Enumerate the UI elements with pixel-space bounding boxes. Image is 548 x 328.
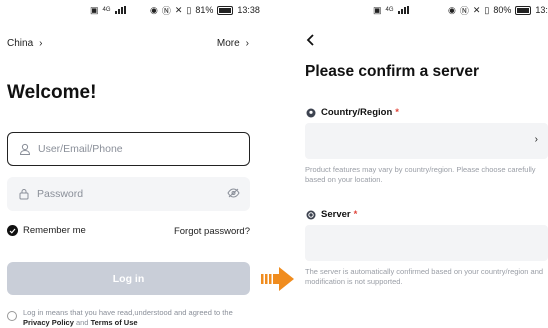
status-time: 13:40	[535, 5, 548, 15]
mute-icon: ✕	[174, 4, 183, 15]
server-note: The server is automatically confirmed ba…	[305, 267, 544, 286]
privacy-policy-link[interactable]: Privacy Policy	[23, 318, 74, 327]
agreement-text: Log in means that you have read,understo…	[23, 308, 233, 317]
page-title: Please confirm a server	[305, 63, 480, 80]
location-pin-icon	[306, 108, 316, 118]
page-title: Welcome!	[7, 82, 97, 103]
server-confirm-screen: ▣ 4G ◉ Ⓝ ✕ ▯ 80% 13:40 Please confirm a …	[300, 0, 548, 328]
remember-me-checkbox[interactable]: Remember me	[7, 225, 86, 236]
lock-icon	[17, 187, 31, 201]
network-label: 4G	[102, 7, 111, 13]
back-button[interactable]	[306, 34, 315, 49]
agreement: Log in means that you have read,understo…	[7, 308, 252, 327]
forgot-password-link[interactable]: Forgot password?	[174, 226, 250, 237]
country-region-select[interactable]: ›	[305, 123, 548, 159]
server-label-text: Server	[321, 209, 351, 220]
agreement-and: and	[75, 317, 89, 327]
status-bar-right: ◉ Ⓝ ✕ ▯ 81% 13:38	[150, 4, 260, 16]
login-screen: ▣ 4G ◉ Ⓝ ✕ ▯ 81% 13:38 China › More › Welc…	[0, 0, 260, 328]
battery-percent: 80%	[493, 5, 512, 15]
signal-icon	[114, 6, 126, 14]
battery-icon	[515, 5, 532, 15]
country-region-label: Country/Region *	[306, 107, 399, 118]
password-input[interactable]: Password	[7, 177, 250, 211]
server-icon	[306, 210, 316, 220]
eye-icon: ◉	[448, 4, 456, 15]
nfc-icon: Ⓝ	[459, 5, 469, 16]
region-label: China	[7, 38, 34, 49]
check-icon	[7, 225, 18, 236]
chevron-right-icon: ›	[245, 38, 249, 49]
server-label: Server *	[306, 209, 357, 220]
terms-of-use-link[interactable]: Terms of Use	[91, 318, 138, 327]
status-time: 13:38	[237, 5, 260, 15]
more-label: More	[216, 38, 240, 49]
agreement-radio[interactable]	[7, 311, 17, 321]
user-icon	[18, 142, 32, 156]
mute-icon: ✕	[472, 4, 481, 15]
chevron-right-icon: ›	[534, 134, 538, 145]
battery-icon	[217, 5, 234, 15]
arrow-right-icon	[261, 267, 294, 291]
network-label: 4G	[385, 7, 394, 13]
sim-icon: ▣	[90, 4, 99, 15]
status-bar-right: ◉ Ⓝ ✕ ▯ 80% 13:40	[448, 4, 548, 16]
password-placeholder: Password	[37, 188, 84, 200]
nfc-icon: Ⓝ	[161, 5, 171, 16]
login-button[interactable]: Log in	[7, 262, 250, 295]
region-selector[interactable]: China ›	[7, 38, 42, 49]
eye-icon: ◉	[150, 4, 158, 15]
country-note: Product features may vary by country/reg…	[305, 165, 536, 184]
status-bar-left-icons: ▣ 4G	[373, 4, 409, 16]
signal-icon	[397, 6, 409, 14]
back-arrow-icon	[306, 34, 314, 46]
chevron-right-icon: ›	[39, 38, 43, 49]
server-field	[305, 225, 548, 261]
status-bar-left-icons: ▣ 4G	[90, 4, 126, 16]
username-input[interactable]: User/Email/Phone	[7, 132, 250, 166]
more-button[interactable]: More ›	[217, 38, 249, 49]
vibrate-icon: ▯	[484, 4, 490, 15]
remember-label: Remember me	[23, 225, 86, 236]
vibrate-icon: ▯	[186, 4, 192, 15]
username-placeholder: User/Email/Phone	[38, 143, 123, 155]
required-mark: *	[395, 107, 399, 118]
eye-off-icon[interactable]	[227, 187, 240, 201]
battery-percent: 81%	[195, 5, 214, 15]
required-mark: *	[353, 209, 358, 220]
country-label-text: Country/Region	[321, 107, 393, 118]
sim-icon: ▣	[373, 4, 382, 15]
